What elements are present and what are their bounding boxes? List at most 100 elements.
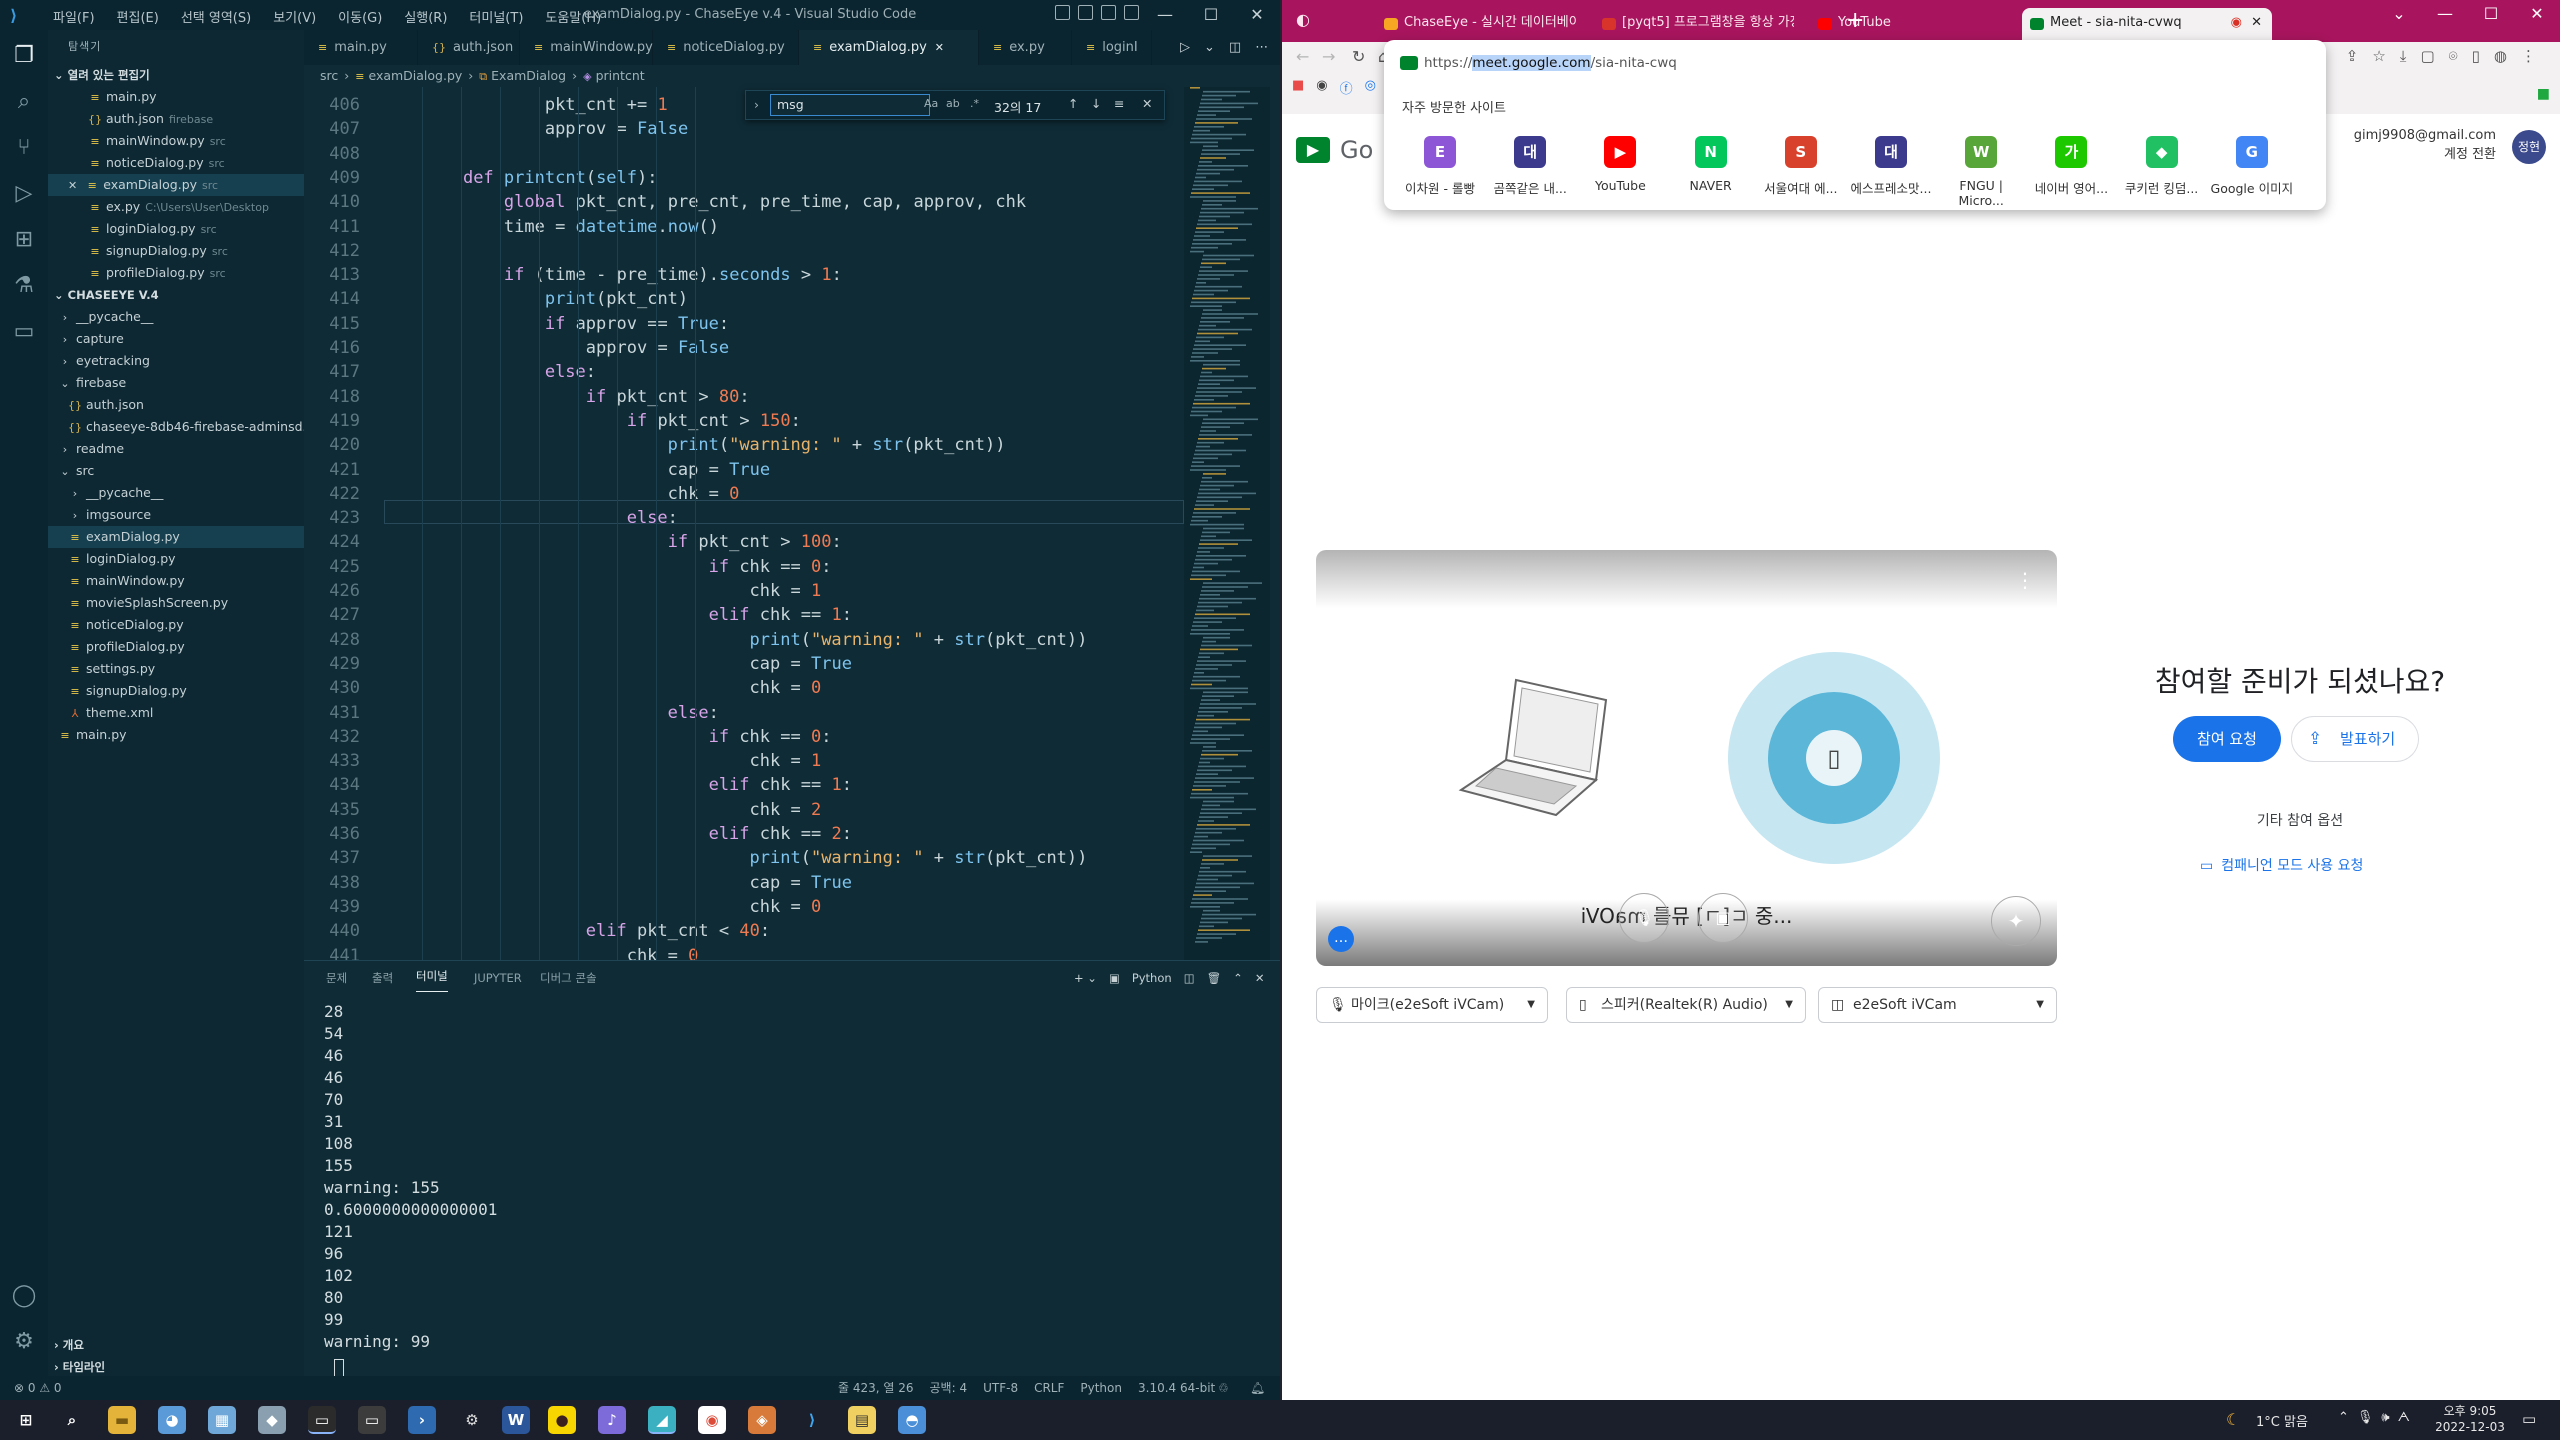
app-icon[interactable]: ◕ [158, 1406, 186, 1434]
account-switch-link[interactable]: 계정 전환 [2354, 143, 2496, 162]
extension-icon[interactable]: ⌾ [2449, 47, 2458, 65]
explorer-icon[interactable]: ❐ [10, 42, 38, 70]
bookmark-icon[interactable]: ◎ [1365, 78, 1376, 97]
tab-list-icon[interactable]: ⌄ [2376, 0, 2422, 28]
open-editor-item[interactable]: ≡ mainWindow.py src [48, 130, 304, 152]
maximize-button[interactable]: ☐ [1188, 0, 1234, 30]
visual-effects-icon[interactable]: ✦ [1991, 896, 2041, 946]
speaker-select[interactable]: ▯ 스피커(Realtek(R) Audio) ▼ [1566, 987, 1806, 1023]
open-editor-item[interactable]: ≡ noticeDialog.py src [48, 152, 304, 174]
camera-toggle-icon[interactable]: ▣ [1698, 893, 1748, 943]
present-button[interactable]: ⇪ 발표하기 [2291, 716, 2419, 762]
tab-auth-json[interactable]: {} auth.json [418, 30, 520, 65]
testing-icon[interactable]: ⚗ [10, 272, 38, 300]
chrome-icon[interactable]: ◉ [698, 1406, 726, 1434]
regex-icon[interactable]: .* [970, 97, 979, 110]
breadcrumb-item[interactable]: printcnt [596, 68, 645, 83]
status-item[interactable]: 공백: 4 [930, 1376, 968, 1400]
search-icon[interactable]: ⌕ [10, 88, 38, 116]
word-icon[interactable]: W [502, 1406, 530, 1434]
menu-item[interactable]: 파일(F) [42, 7, 106, 26]
problems-count[interactable]: ⊗ 0 ⚠ 0 [14, 1376, 62, 1400]
layout-icon[interactable] [1124, 5, 1139, 20]
project-section[interactable]: ⌄ CHASEEYE V.4 [48, 284, 304, 306]
file-tree-item[interactable]: › readme [48, 438, 304, 460]
more-effects-icon[interactable]: … [1328, 926, 1354, 952]
close-button[interactable]: ✕ [2514, 0, 2560, 28]
avatar[interactable]: 정현 [2512, 130, 2546, 164]
status-item[interactable]: 줄 423, 열 26 [838, 1376, 914, 1400]
menu-item[interactable]: 터미널(T) [458, 7, 534, 26]
terminal-output[interactable]: 28 54 46 46 70 31 108 155 warning: 155 0.60000000… [324, 1001, 497, 1353]
frequent-site-tile[interactable]: ▶ YouTube [1576, 136, 1664, 193]
open-editor-item[interactable]: ≡ ex.py C:\Users\User\Desktop [48, 196, 304, 218]
search-icon[interactable]: ⌕ [58, 1406, 86, 1434]
run-icon[interactable]: ▷ [1180, 30, 1190, 65]
app-icon[interactable]: ◈ [748, 1406, 776, 1434]
frequent-site-tile[interactable]: W FNGU | Micro... [1937, 136, 2025, 208]
chrome-tab[interactable]: ChaseEye - 실시간 데이터베이... [1376, 8, 1576, 42]
run-debug-icon[interactable]: ▷ [10, 180, 38, 208]
tab-main-py[interactable]: ≡ main.py [304, 30, 418, 65]
panel-tab[interactable]: JUPYTER [474, 961, 522, 995]
split-editor-icon[interactable]: ◫ [1229, 30, 1241, 65]
status-item[interactable]: Python [1080, 1376, 1122, 1400]
find-input[interactable]: msg [770, 94, 930, 116]
panel-tab[interactable]: 디버그 콘솔 [540, 961, 597, 995]
start-icon[interactable]: ⊞ [12, 1406, 40, 1434]
close-icon[interactable]: ✕ [935, 41, 944, 54]
chrome-tab[interactable]: Meet - sia-nita-cvwq ◉ ✕ [2022, 8, 2272, 42]
next-match-icon[interactable]: ↓ [1091, 96, 1101, 111]
bookmark-folder-icon[interactable]: ■ [2537, 86, 2550, 102]
menu-item[interactable]: 선택 영역(S) [170, 7, 262, 26]
profile-icon[interactable]: ◍ [2494, 47, 2507, 65]
weather-text[interactable]: 1°C 맑음 [2256, 1411, 2308, 1430]
more-actions-icon[interactable]: ⋯ [1255, 30, 1268, 65]
menu-item[interactable]: 편집(E) [106, 7, 170, 26]
calculator-icon[interactable]: ▦ [208, 1406, 236, 1434]
app-icon[interactable]: ▤ [848, 1406, 876, 1434]
file-tree-item[interactable]: ⌄ firebase [48, 372, 304, 394]
file-tree-item[interactable]: {} chaseeye-8db46-firebase-adminsd... [48, 416, 304, 438]
previous-match-icon[interactable]: ↑ [1068, 96, 1078, 111]
chrome-tab[interactable]: [pyqt5] 프로그램창을 항상 가장... [1594, 8, 1794, 42]
file-tree-item[interactable]: › __pycache__ [48, 482, 304, 504]
new-terminal-icon[interactable]: + ⌄ [1074, 961, 1097, 995]
layout-icon[interactable] [1078, 5, 1093, 20]
terminal-kind[interactable]: Python [1132, 961, 1172, 995]
share-icon[interactable]: ⇪ [2346, 47, 2359, 65]
join-request-button[interactable]: 참여 요청 [2173, 716, 2281, 762]
frequent-site-tile[interactable]: N NAVER [1667, 136, 1755, 193]
open-editor-item[interactable]: ≡ loginDialog.py src [48, 218, 304, 240]
breadcrumb-item[interactable]: src [320, 68, 338, 83]
side-panel-icon[interactable]: ▯ [2472, 47, 2480, 65]
maximize-button[interactable]: ☐ [2468, 0, 2514, 28]
frequent-site-tile[interactable]: 대 에스프레소맛... [1847, 136, 1935, 197]
tab-noticedialog-py[interactable]: ≡ noticeDialog.py [653, 30, 799, 65]
microphone-select[interactable]: 🎙︎ 마이크(e2eSoft iVCam) ▼ [1316, 987, 1548, 1023]
frequent-site-tile[interactable]: 대 곰쪽같은 내... [1486, 136, 1574, 197]
layout-controls[interactable] [1055, 5, 1139, 20]
status-item[interactable]: 3.10.4 64-bit [1138, 1376, 1215, 1400]
panel-tab[interactable]: 출력 [372, 961, 393, 995]
layout-icon[interactable] [1101, 5, 1116, 20]
file-tree-item[interactable]: ≡ noticeDialog.py [48, 614, 304, 636]
powershell-icon[interactable]: › [408, 1406, 436, 1434]
app-icon[interactable]: ♪ [598, 1406, 626, 1434]
minimize-button[interactable]: — [2422, 0, 2468, 28]
breadcrumb-item[interactable]: ExamDialog [491, 68, 566, 83]
account-icon[interactable]: ◯ [10, 1282, 38, 1310]
status-item[interactable]: CRLF [1034, 1376, 1064, 1400]
tray-icons[interactable]: ⌃🎙︎🕪ᗅ [2338, 1410, 2418, 1425]
app-icon[interactable]: ▭ [358, 1406, 386, 1434]
outline-section[interactable]: › 개요 [48, 1334, 304, 1356]
file-tree-item[interactable]: ≡ movieSplashScreen.py [48, 592, 304, 614]
remote-explorer-icon[interactable]: ▭ [10, 318, 38, 346]
tab-mainwindow-py[interactable]: ≡ mainWindow.py [520, 30, 653, 65]
timeline-section[interactable]: › 타임라인 [48, 1356, 304, 1378]
close-button[interactable]: ✕ [1234, 0, 1280, 30]
file-tree-item[interactable]: {} auth.json [48, 394, 304, 416]
file-tree-item[interactable]: ≡ loginDialog.py [48, 548, 304, 570]
download-icon[interactable]: ⤓ [2400, 47, 2407, 65]
new-tab-button[interactable]: + [1846, 8, 1864, 33]
